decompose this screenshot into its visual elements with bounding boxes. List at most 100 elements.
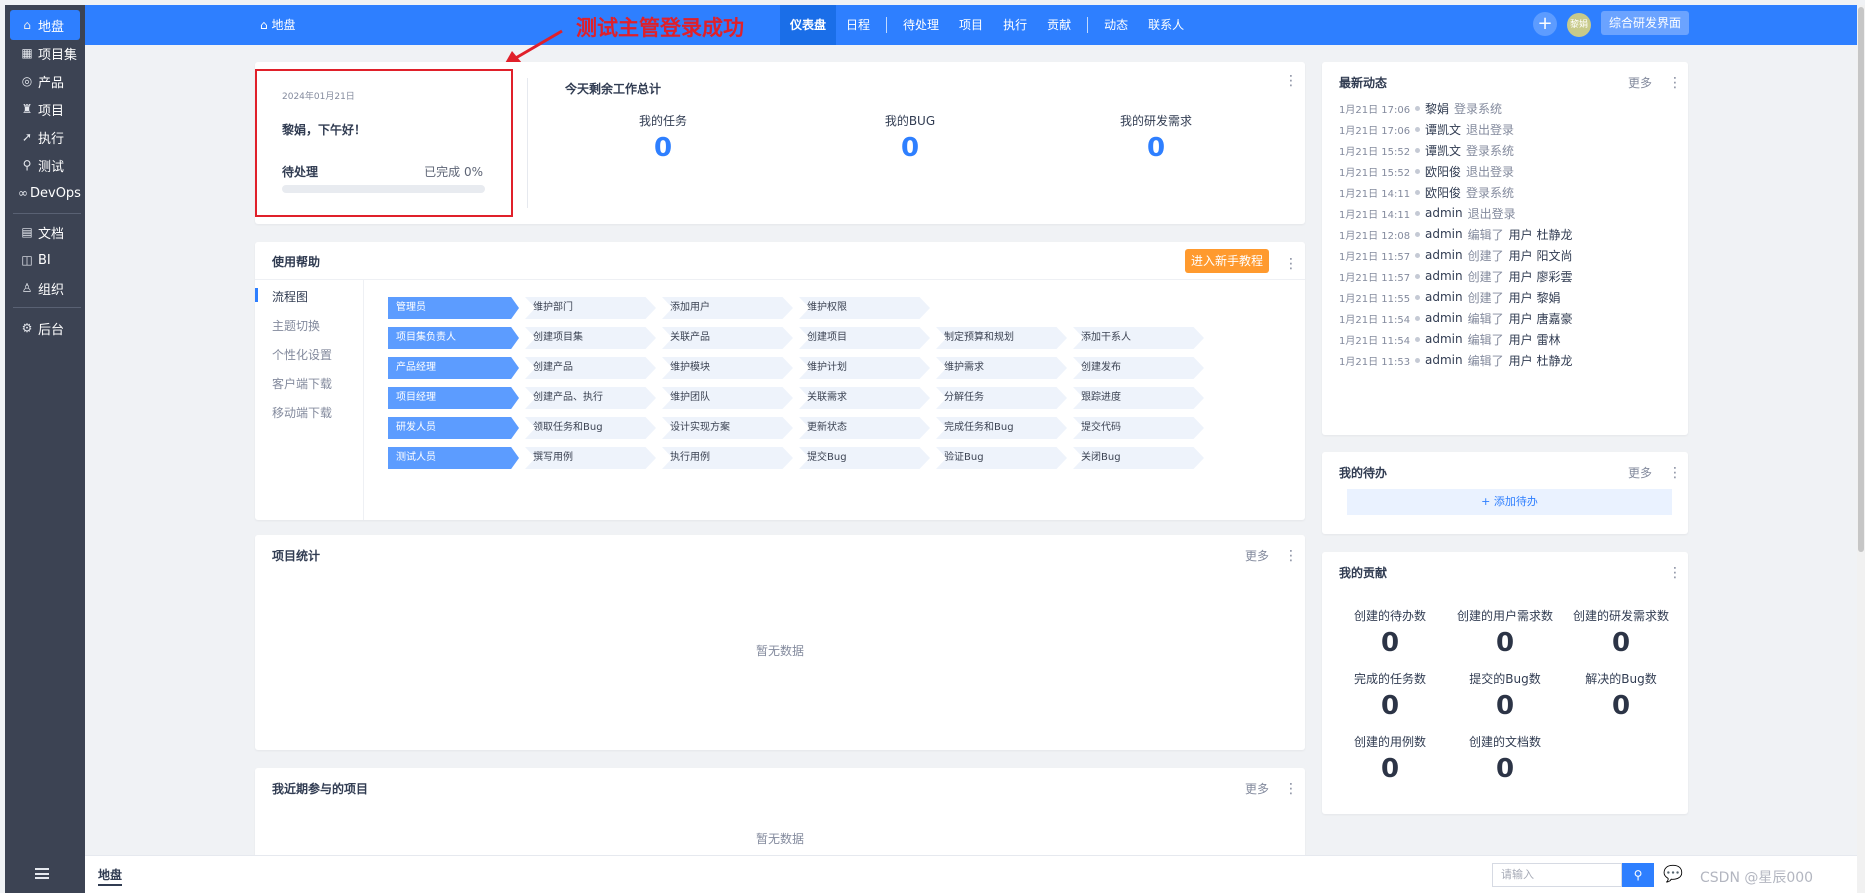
flow-step[interactable]: 创建产品、执行 [525,387,656,409]
dynamics-row[interactable]: 1月21日 12:08 admin 编辑了 用户 杜静龙 [1339,226,1577,242]
flow-step[interactable]: 关联需求 [799,387,930,409]
flow-role[interactable]: 项目经理 [388,387,519,409]
contribution-stat[interactable]: 提交的Bug数 0 [1447,670,1563,721]
flow-step[interactable]: 执行用例 [662,447,793,469]
menu-collapse-icon[interactable] [35,868,49,879]
tab-project[interactable]: 项目 [949,5,993,45]
stat-my-stories[interactable]: 我的研发需求 0 [1056,112,1256,163]
more-options-icon[interactable] [1284,549,1288,563]
flow-role[interactable]: 项目集负责人 [388,327,519,349]
sidebar-item-my[interactable]: ⌂ 地盘 [10,10,80,40]
flow-role[interactable]: 管理员 [388,297,519,319]
more-link[interactable]: 更多 [1245,780,1269,797]
dynamics-row[interactable]: 1月21日 17:06 黎娟 登录系统 [1339,100,1512,116]
more-link[interactable]: 更多 [1628,74,1652,91]
contribution-stat[interactable]: 创建的用户需求数 0 [1447,607,1563,658]
stat-my-bugs[interactable]: 我的BUG 0 [810,112,1010,163]
more-link[interactable]: 更多 [1245,547,1269,564]
add-todo-button[interactable]: + 添加待办 [1347,489,1672,515]
sidebar-item-company[interactable]: ♙ 组织 [10,273,80,303]
stat-my-tasks[interactable]: 我的任务 0 [563,112,763,163]
flow-step[interactable]: 维护计划 [799,357,930,379]
flow-step[interactable]: 撰写用例 [525,447,656,469]
tab-client-download[interactable]: 客户端下载 [272,375,332,392]
sidebar-item-devops[interactable]: ∞ DevOps [10,178,81,208]
flow-role[interactable]: 研发人员 [388,417,519,439]
sidebar-item-execution[interactable]: ➚ 执行 [10,122,80,152]
flow-step[interactable]: 关闭Bug [1073,447,1204,469]
flow-step[interactable]: 关联产品 [662,327,793,349]
flow-step[interactable]: 添加干系人 [1073,327,1204,349]
flow-step[interactable]: 验证Bug [936,447,1067,469]
flow-step[interactable]: 跟踪进度 [1073,387,1204,409]
header-breadcrumb[interactable]: ⌂ 地盘 [260,5,295,45]
sidebar-item-program[interactable]: ▦ 项目集 [10,38,80,68]
contribution-stat[interactable]: 创建的待办数 0 [1332,607,1448,658]
dynamics-row[interactable]: 1月21日 15:52 谭凯文 登录系统 [1339,142,1524,158]
dynamics-row[interactable]: 1月21日 14:11 admin 退出登录 [1339,205,1526,221]
more-options-icon[interactable] [1284,782,1288,796]
scrollbar-thumb[interactable] [1858,7,1864,552]
flow-role[interactable]: 产品经理 [388,357,519,379]
create-plus-icon[interactable]: + [1533,12,1557,36]
flow-step[interactable]: 设计实现方案 [662,417,793,439]
flow-step[interactable]: 创建项目集 [525,327,656,349]
more-options-icon[interactable] [1668,76,1672,90]
tab-contacts[interactable]: 联系人 [1138,5,1194,45]
contribution-stat[interactable]: 创建的用例数 0 [1332,733,1448,784]
sidebar-item-admin[interactable]: ⚙ 后台 [10,313,80,343]
space-switch-button[interactable]: 综合研发界面 [1601,11,1690,35]
tab-dashboard[interactable]: 仪表盘 [780,5,837,45]
flow-step[interactable]: 维护需求 [936,357,1067,379]
tab-theme[interactable]: 主题切换 [272,317,320,334]
dynamics-row[interactable]: 1月21日 14:11 欧阳俊 登录系统 [1339,184,1524,200]
tab-calendar[interactable]: 日程 [836,5,880,45]
flow-step[interactable]: 创建发布 [1073,357,1204,379]
flow-step[interactable]: 维护权限 [799,297,930,319]
sidebar-item-project[interactable]: ♜ 项目 [10,94,80,124]
chat-ai-icon[interactable]: 💬 [1663,864,1683,883]
sidebar-item-test[interactable]: ⚲ 测试 [10,150,80,180]
avatar[interactable]: 黎娟 [1567,13,1591,37]
dynamics-row[interactable]: 1月21日 17:06 谭凯文 退出登录 [1339,121,1524,137]
contribution-stat[interactable]: 完成的任务数 0 [1332,670,1448,721]
search-icon[interactable]: ⚲ [1622,863,1654,887]
tab-flowchart[interactable]: 流程图 [272,288,308,305]
dynamics-row[interactable]: 1月21日 11:54 admin 编辑了 用户 唐嘉豪 [1339,310,1577,326]
sidebar-item-doc[interactable]: ▤ 文档 [10,217,80,247]
flow-step[interactable]: 提交代码 [1073,417,1204,439]
tab-pending[interactable]: 待处理 [893,5,949,45]
flow-step[interactable]: 完成任务和Bug [936,417,1067,439]
dynamics-row[interactable]: 1月21日 11:54 admin 编辑了 用户 雷林 [1339,331,1565,347]
flow-step[interactable]: 分解任务 [936,387,1067,409]
more-options-icon[interactable] [1668,466,1672,480]
dynamics-row[interactable]: 1月21日 11:55 admin 创建了 用户 黎娟 [1339,289,1565,305]
flow-step[interactable]: 创建项目 [799,327,930,349]
flow-step[interactable]: 更新状态 [799,417,930,439]
more-link[interactable]: 更多 [1628,464,1652,481]
contribution-stat[interactable]: 解决的Bug数 0 [1563,670,1679,721]
dynamics-row[interactable]: 1月21日 11:53 admin 编辑了 用户 杜静龙 [1339,352,1577,368]
tab-execution[interactable]: 执行 [993,5,1037,45]
flow-step[interactable]: 维护部门 [525,297,656,319]
tab-dynamic[interactable]: 动态 [1094,5,1138,45]
tutorial-button[interactable]: 进入新手教程 [1185,249,1270,273]
more-options-icon[interactable] [1284,74,1288,88]
more-options-icon[interactable] [1284,257,1288,271]
flow-step[interactable]: 维护模块 [662,357,793,379]
flow-step[interactable]: 提交Bug [799,447,930,469]
contribution-stat[interactable]: 创建的研发需求数 0 [1563,607,1679,658]
bottom-breadcrumb[interactable]: 地盘 [98,866,123,886]
dynamics-row[interactable]: 1月21日 11:57 admin 创建了 用户 阳文尚 [1339,247,1577,263]
tab-mobile-download[interactable]: 移动端下载 [272,404,332,421]
dynamics-row[interactable]: 1月21日 15:52 欧阳俊 退出登录 [1339,163,1524,179]
flow-step[interactable]: 制定预算和规划 [936,327,1067,349]
flow-step[interactable]: 维护团队 [662,387,793,409]
sidebar-item-product[interactable]: ◎ 产品 [10,66,80,96]
flow-step[interactable]: 添加用户 [662,297,793,319]
contribution-stat[interactable]: 创建的文档数 0 [1447,733,1563,784]
flow-role[interactable]: 测试人员 [388,447,519,469]
flow-step[interactable]: 创建产品 [525,357,656,379]
sidebar-item-bi[interactable]: ◫ BI [10,245,80,275]
more-options-icon[interactable] [1668,566,1672,580]
